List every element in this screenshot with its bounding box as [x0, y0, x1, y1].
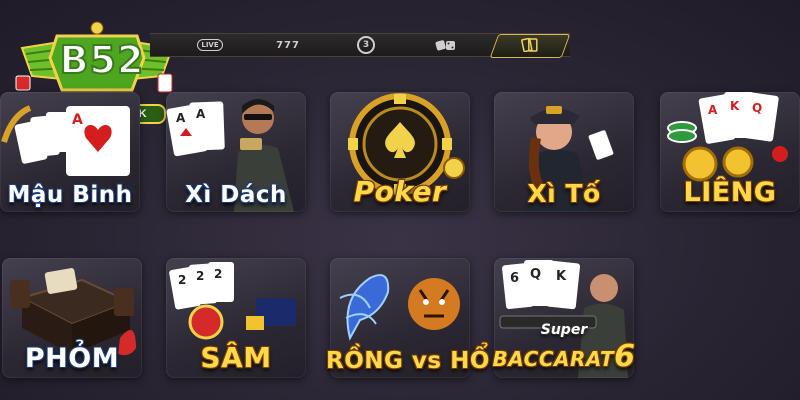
- tab-cards[interactable]: [489, 34, 571, 58]
- dice-icon: [435, 40, 455, 51]
- slot-icon: 777: [276, 39, 300, 51]
- cards-icon: [521, 37, 538, 52]
- game-title: PHỎM: [24, 343, 120, 374]
- game-title-text: BACCARAT: [492, 347, 615, 371]
- game-title: SÂM: [200, 341, 272, 374]
- game-title: Poker: [353, 175, 447, 208]
- game-card-sam[interactable]: 2 2 2 SÂM: [166, 258, 306, 378]
- tab-slots[interactable]: 777: [268, 34, 308, 56]
- game-title: Mậu Binh: [7, 182, 133, 208]
- category-tabs: LIVE 777 3: [150, 33, 571, 58]
- game-title: Xì Tố: [527, 179, 601, 208]
- game-title: Xì Dách: [185, 182, 287, 208]
- game-card-xi-dach[interactable]: A A Xì Dách: [166, 92, 306, 212]
- logo-brand-text: B52: [59, 37, 145, 83]
- game-title: BACCARAT6: [490, 339, 638, 374]
- tab-dice[interactable]: [426, 34, 466, 56]
- game-subtitle: Super: [540, 322, 588, 338]
- game-card-mau-binh[interactable]: A Mậu Binh: [0, 92, 140, 212]
- game-card-xi-to[interactable]: Xì Tố: [494, 92, 634, 212]
- game-card-lieng[interactable]: A K Q LIÊNG: [660, 92, 800, 212]
- game-title: RỒNG vs HỔ: [326, 348, 490, 374]
- game-card-super-baccarat[interactable]: 6 Q K Super BACCARAT6: [493, 258, 635, 378]
- game-badge: 6: [614, 339, 636, 374]
- game-title: LIÊNG: [683, 177, 777, 208]
- game-card-rong-ho[interactable]: RỒNG vs HỔ: [326, 258, 489, 378]
- lottery-ball-icon: 3: [357, 36, 375, 54]
- tab-live[interactable]: LIVE: [190, 34, 230, 56]
- tab-lottery[interactable]: 3: [348, 34, 384, 56]
- game-card-poker[interactable]: Poker: [330, 92, 470, 212]
- live-icon: LIVE: [197, 39, 223, 51]
- game-card-phom[interactable]: PHỎM: [2, 258, 142, 378]
